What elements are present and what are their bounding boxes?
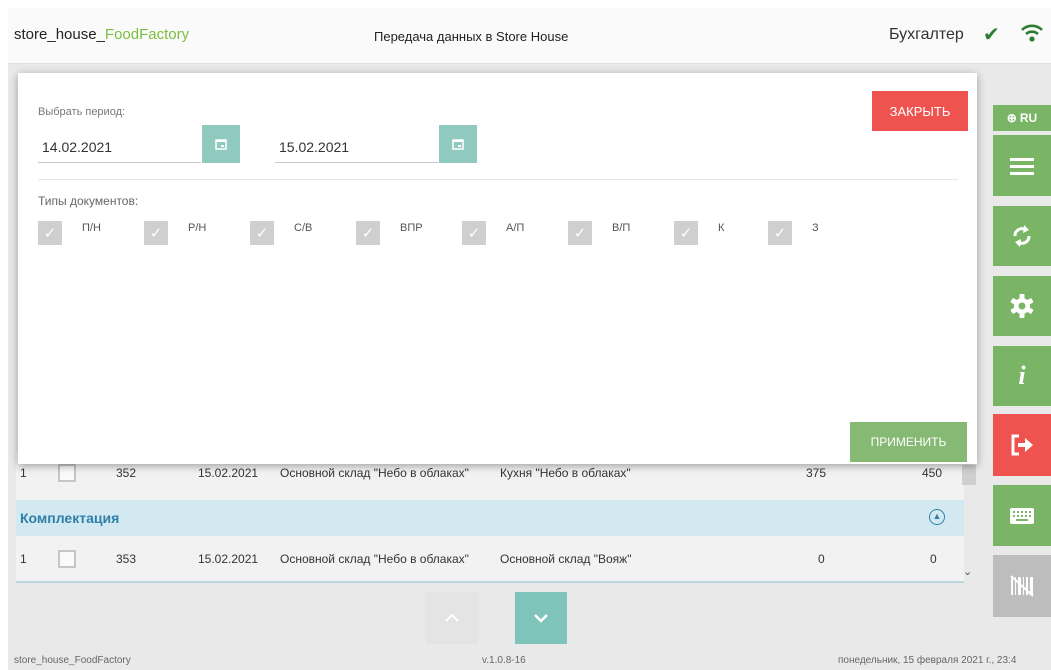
app-window: store_house_FoodFactory Передача данных … <box>8 8 1051 670</box>
language-button[interactable]: ⊕ RU <box>993 105 1051 131</box>
row-number: 1 <box>20 466 27 480</box>
table-row[interactable]: 1 353 15.02.2021 Основной склад "Небо в … <box>16 539 964 579</box>
scrollbar-thumb[interactable] <box>962 465 976 485</box>
doc-types-label: Типы документов: <box>38 194 139 208</box>
collapse-toggle-icon[interactable]: ▲ <box>929 509 945 525</box>
user-role: Бухгалтер <box>889 26 964 43</box>
row-number: 1 <box>20 552 27 566</box>
doc-target: Кухня "Небо в облаках" <box>500 466 631 480</box>
scroll-down-icon[interactable]: ⌄ <box>963 565 972 578</box>
chevron-down-icon <box>534 614 548 623</box>
app-header: store_house_FoodFactory Передача данных … <box>8 8 1051 64</box>
section-header[interactable]: Комплектация ▲ <box>16 500 964 536</box>
info-icon: i <box>1018 361 1026 390</box>
doc-type-label: П/Н <box>82 222 101 234</box>
doc-date: 15.02.2021 <box>198 466 259 480</box>
doc-number: 353 <box>116 552 137 566</box>
page-title: Передача данных в Store House <box>374 29 569 44</box>
date-from-calendar-button[interactable] <box>202 125 240 163</box>
doc-type-label: А/П <box>506 222 525 234</box>
keyboard-button[interactable] <box>993 485 1051 546</box>
sync-button[interactable] <box>993 206 1051 266</box>
chevron-up-icon <box>445 613 459 622</box>
footer-version: v.1.0.8-16 <box>482 655 526 666</box>
footer-datetime: понедельник, 15 февраля 2021 г., 23:4 <box>838 655 1017 666</box>
doc-type-label: З <box>812 222 819 234</box>
section-title: Комплектация <box>20 510 120 526</box>
date-from-field[interactable]: 14.02.2021 <box>38 125 201 163</box>
language-label: RU <box>1019 111 1038 125</box>
sync-icon <box>1013 225 1031 247</box>
doc-source: Основной склад "Небо в облаках" <box>280 552 469 566</box>
doc-type-label: Р/Н <box>188 222 207 234</box>
keyboard-icon <box>1010 507 1034 524</box>
date-to-calendar-button[interactable] <box>439 125 477 163</box>
barcode-button[interactable] <box>993 555 1051 617</box>
logout-button[interactable] <box>993 414 1051 476</box>
doc-type-checkbox[interactable]: ✓ <box>462 221 486 245</box>
doc-source: Основной склад "Небо в облаках" <box>280 466 469 480</box>
close-button[interactable]: ЗАКРЫТЬ <box>872 91 968 131</box>
doc-type-checkbox[interactable]: ✓ <box>768 221 792 245</box>
row-checkbox[interactable] <box>58 464 76 482</box>
date-to-field[interactable]: 15.02.2021 <box>275 125 438 163</box>
divider <box>38 179 958 180</box>
doc-sum-1: 0 <box>818 552 825 566</box>
menu-icon <box>1010 157 1034 175</box>
doc-type-checkbox[interactable]: ✓ <box>144 221 168 245</box>
settings-button[interactable] <box>993 276 1051 336</box>
brand-prefix: store_house_ <box>14 26 105 43</box>
app-brand: store_house_FoodFactory <box>14 26 189 43</box>
menu-button[interactable] <box>993 135 1051 196</box>
list-divider <box>16 581 964 583</box>
doc-type-checkbox[interactable]: ✓ <box>38 221 62 245</box>
doc-type-checkbox[interactable]: ✓ <box>674 221 698 245</box>
doc-type-label: ВПР <box>400 222 423 234</box>
status-check-icon: ✔ <box>983 24 1000 46</box>
row-checkbox[interactable] <box>58 550 76 568</box>
wifi-icon <box>1020 22 1044 49</box>
period-label: Выбрать период: <box>38 106 126 118</box>
filter-panel: Выбрать период: 14.02.2021 15.02.2021 ЗА… <box>18 73 977 464</box>
doc-type-label: К <box>718 222 725 234</box>
doc-target: Основной склад "Вояж" <box>500 552 632 566</box>
settings-icon <box>1010 294 1034 318</box>
status-bar: store_house_FoodFactory v.1.0.8-16 понед… <box>8 648 1051 670</box>
doc-sum-2: 450 <box>922 466 943 480</box>
doc-date: 15.02.2021 <box>198 552 259 566</box>
page-down-button[interactable] <box>515 592 567 644</box>
date-from-value: 14.02.2021 <box>42 139 113 155</box>
page-up-button[interactable] <box>426 592 478 644</box>
doc-type-checkbox[interactable]: ✓ <box>356 221 380 245</box>
apply-button[interactable]: ПРИМЕНИТЬ <box>850 422 967 462</box>
doc-sum-2: 0 <box>930 552 937 566</box>
date-to-value: 15.02.2021 <box>279 139 350 155</box>
doc-type-label: В/П <box>612 222 631 234</box>
globe-icon: ⊕ <box>1006 111 1017 125</box>
calendar-icon <box>452 139 464 150</box>
doc-type-checkbox[interactable]: ✓ <box>250 221 274 245</box>
doc-sum-1: 375 <box>806 466 827 480</box>
brand-accent: FoodFactory <box>104 26 190 43</box>
doc-number: 352 <box>116 466 137 480</box>
doc-type-label: С/В <box>294 222 313 234</box>
logout-icon <box>1011 434 1033 456</box>
document-list: 1 352 15.02.2021 Основной склад "Небо в … <box>16 453 964 583</box>
info-button[interactable]: i <box>993 346 1051 406</box>
doc-type-checkbox[interactable]: ✓ <box>568 221 592 245</box>
calendar-icon <box>215 139 227 150</box>
footer-app-name: store_house_FoodFactory <box>14 655 131 666</box>
barcode-off-icon <box>1010 575 1034 597</box>
